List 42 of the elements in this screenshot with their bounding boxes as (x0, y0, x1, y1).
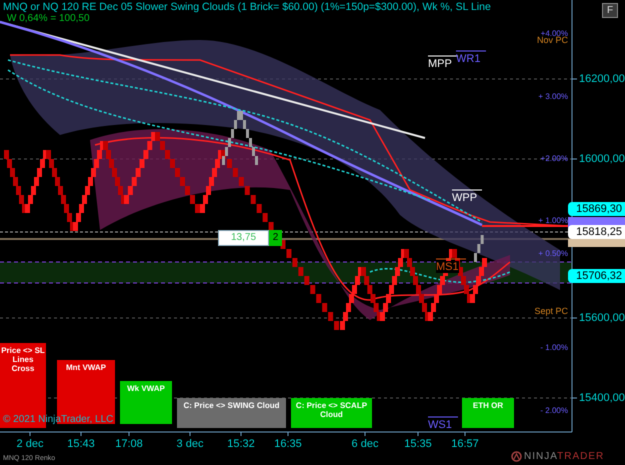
percent-label: - 1.00% (540, 343, 568, 352)
percent-label: + 1.00% (538, 216, 568, 225)
price-axis-label: 15600,00 (579, 312, 625, 324)
percent-label: - 2.00% (540, 406, 568, 415)
percent-label: + 3.00% (538, 92, 568, 101)
price-marker-tag: 15869,30 (568, 202, 625, 216)
percent-label: +4.00% (540, 29, 568, 38)
corner-button[interactable]: F (602, 3, 618, 18)
time-axis-label: 16:35 (274, 438, 302, 450)
price-axis-label: 16200,00 (579, 73, 625, 85)
change-label: W 0,64% = 100,50 (7, 13, 90, 25)
trade-tag: 13,75 (218, 230, 269, 246)
time-axis-label: 15:35 (404, 438, 432, 450)
time-axis-label: 16:57 (451, 438, 479, 450)
time-axis-label: 6 dec (352, 438, 378, 450)
signal-box: ETH OR (462, 398, 514, 428)
price-axis-label: 16000,00 (579, 153, 625, 165)
signal-box: Wk VWAP (120, 381, 172, 424)
period-label: Nov PC (536, 35, 568, 45)
signal-box: C: Price <> SWING Cloud (177, 398, 286, 428)
count-badge: 2 (269, 230, 282, 246)
time-axis-label: 15:43 (67, 438, 95, 450)
price-marker-tag: 15706,32 (568, 269, 625, 283)
percent-label: +2.00% (540, 154, 568, 163)
logo-icon (511, 451, 522, 462)
time-axis-label: 17:08 (115, 438, 143, 450)
logo-text: NINJATRADER (524, 451, 604, 462)
pivot-label: MS1 (436, 261, 459, 273)
pivot-label: MPP (428, 58, 452, 70)
percent-label: + 0.50% (538, 249, 568, 258)
period-label: Sept PC (534, 306, 568, 316)
chart-title: MNQ or NQ 120 RE Dec 05 Slower Swing Clouds (1 Brick= $60.00) (1%=150p=$300.00), Wk %, SL Line (3, 1, 491, 14)
price-axis-label: 15400,00 (579, 392, 625, 404)
pivot-label: WS1 (428, 419, 452, 431)
pivot-label: WR1 (456, 53, 480, 65)
price-marker-tag (568, 239, 625, 247)
time-axis-label: 15:32 (227, 438, 255, 450)
signal-box: C: Price <> SCALP Cloud (291, 398, 372, 428)
time-axis-label: 2 dec (16, 438, 44, 450)
time-axis-label: 3 dec (176, 438, 204, 450)
pivot-label: WPP (452, 192, 478, 204)
price-marker-tag: 15818,25 (568, 225, 625, 239)
